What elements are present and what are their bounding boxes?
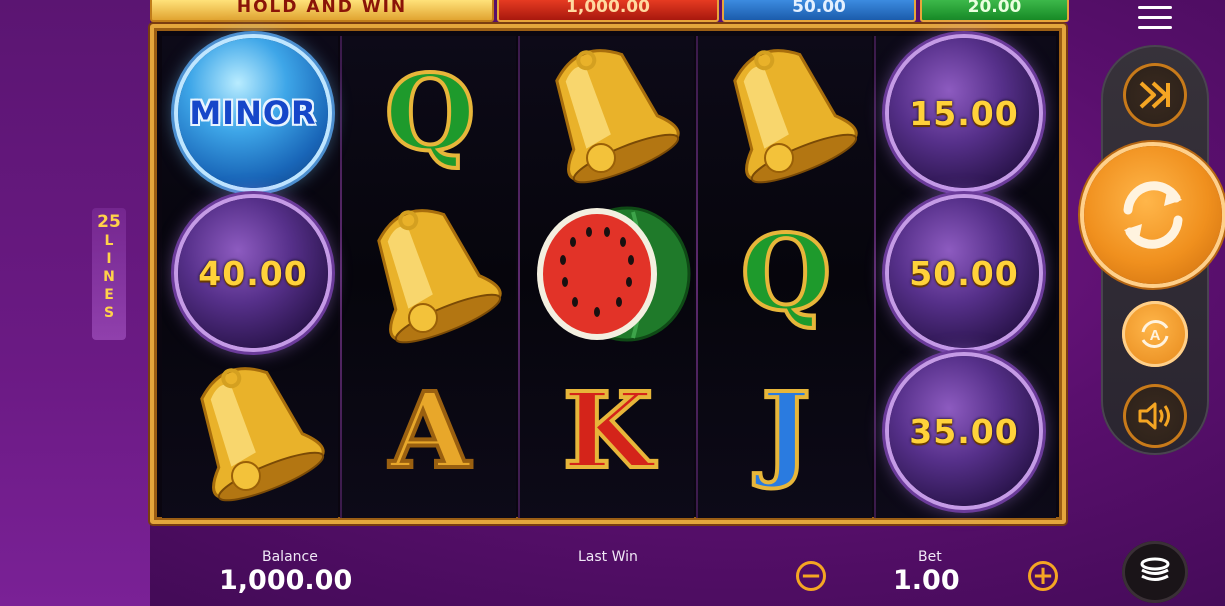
letter-j: J bbox=[759, 369, 812, 492]
balance-value: 1,000.00 bbox=[219, 565, 353, 596]
letter-k: K bbox=[561, 369, 655, 492]
menu-icon[interactable] bbox=[1138, 6, 1172, 29]
spin-icon bbox=[1123, 181, 1183, 249]
bet-settings-button[interactable] bbox=[1122, 541, 1188, 603]
symbol-coin: 15.00 bbox=[878, 34, 1050, 192]
minus-icon: − bbox=[800, 561, 822, 591]
symbol-bell bbox=[344, 194, 516, 352]
jackpot-major: 1,000.00 bbox=[497, 0, 719, 22]
symbol-coin: 35.00 bbox=[878, 352, 1050, 510]
minor-jackpot-coin: MINOR bbox=[178, 38, 328, 188]
symbol-minor-coin: MINOR bbox=[167, 34, 339, 192]
coins-icon bbox=[1140, 557, 1170, 581]
last-win-label: Last Win bbox=[578, 549, 638, 565]
autoplay-icon: A bbox=[1141, 320, 1169, 348]
symbol-k: K bbox=[522, 352, 694, 510]
symbol-coin: 50.00 bbox=[878, 194, 1050, 352]
symbol-a: A bbox=[344, 352, 516, 510]
symbol-coin: 40.00 bbox=[167, 194, 339, 352]
letter-a: A bbox=[388, 369, 473, 492]
paylines-indicator: 25 L I N E S bbox=[92, 208, 126, 340]
paylines-word-s: S bbox=[103, 305, 115, 321]
autoplay-button[interactable]: A bbox=[1122, 301, 1188, 367]
turbo-button[interactable] bbox=[1123, 63, 1187, 127]
hold-and-win-banner: HOLD AND WIN bbox=[150, 0, 494, 22]
symbol-bell bbox=[167, 352, 339, 510]
paylines-word-i: I bbox=[106, 251, 112, 267]
bet-label: Bet bbox=[918, 549, 942, 565]
coin-value: 15.00 bbox=[889, 38, 1039, 188]
symbol-q: Q bbox=[344, 34, 516, 192]
sound-icon bbox=[1138, 402, 1170, 430]
fast-forward-icon bbox=[1139, 81, 1170, 109]
symbol-bell bbox=[700, 34, 872, 192]
decrease-bet-button[interactable]: − bbox=[796, 561, 826, 591]
symbol-q: Q bbox=[700, 194, 872, 352]
coin-value: 35.00 bbox=[889, 356, 1039, 506]
paylines-word-l: L bbox=[104, 233, 114, 249]
letter-q: Q bbox=[383, 51, 478, 174]
symbol-watermelon bbox=[522, 194, 694, 352]
symbol-bell bbox=[522, 34, 694, 192]
bell-icon bbox=[555, 49, 680, 184]
jackpot-minor: 50.00 bbox=[722, 0, 916, 22]
left-background bbox=[0, 0, 150, 606]
increase-bet-button[interactable]: + bbox=[1028, 561, 1058, 591]
bell-icon bbox=[377, 209, 502, 344]
jackpot-mini: 20.00 bbox=[920, 0, 1069, 22]
svg-text:A: A bbox=[1150, 327, 1161, 344]
bet-value: 1.00 bbox=[893, 565, 960, 596]
bell-icon bbox=[733, 49, 858, 184]
bell-icon bbox=[200, 367, 325, 502]
sound-button[interactable] bbox=[1123, 384, 1187, 448]
symbol-j: J bbox=[700, 352, 872, 510]
spin-button[interactable] bbox=[1084, 146, 1222, 284]
plus-icon: + bbox=[1032, 561, 1054, 591]
watermelon-icon bbox=[537, 206, 691, 342]
paylines-word-e: E bbox=[104, 287, 114, 303]
balance-label: Balance bbox=[262, 549, 318, 565]
paylines-word-n: N bbox=[103, 269, 115, 285]
coin-value: 50.00 bbox=[889, 198, 1039, 348]
letter-q: Q bbox=[739, 211, 834, 334]
coin-value: 40.00 bbox=[178, 198, 328, 348]
paylines-count: 25 bbox=[97, 212, 121, 232]
